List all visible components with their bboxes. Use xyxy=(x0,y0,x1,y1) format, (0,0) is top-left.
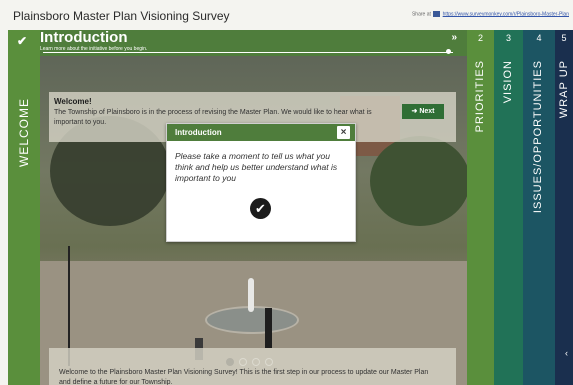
facebook-icon[interactable] xyxy=(433,11,441,17)
arrow-right-icon: ➜ xyxy=(411,108,418,115)
modal-body: Please take a moment to tell us what you… xyxy=(175,151,338,183)
check-icon: ✔ xyxy=(17,34,28,48)
tab-label: PRIORITIES xyxy=(474,60,486,133)
next-button[interactable]: ➜ Next xyxy=(402,104,444,119)
chevron-left-icon[interactable]: ‹ xyxy=(565,348,568,358)
tab-label: WRAP UP xyxy=(558,60,570,119)
caption-text: Welcome to the Plainsboro Master Plan Vi… xyxy=(59,369,429,385)
progress-track xyxy=(43,52,453,53)
tab-number: 4 xyxy=(536,33,542,43)
tab-number: 5 xyxy=(561,33,567,43)
intro-modal: Introduction × Please take a moment to t… xyxy=(166,123,356,242)
check-circle-icon[interactable]: ✔ xyxy=(250,198,271,219)
section-header: Introduction Learn more about the initia… xyxy=(40,30,467,56)
survey-title: Plainsboro Master Plan Visioning Survey xyxy=(13,9,230,23)
fast-forward-icon[interactable]: » xyxy=(451,32,457,43)
modal-title: Introduction xyxy=(175,128,222,137)
progress-knob xyxy=(446,49,451,54)
share-prefix: Share at xyxy=(411,11,431,18)
modal-header: Introduction × xyxy=(167,124,355,141)
tab-vision[interactable]: 3 VISION xyxy=(494,30,523,385)
tab-priorities[interactable]: 2 PRIORITIES xyxy=(467,30,494,385)
section-content: Introduction Learn more about the initia… xyxy=(40,30,467,385)
photo-tree xyxy=(370,136,467,226)
caption-box: Welcome to the Plainsboro Master Plan Vi… xyxy=(49,348,456,385)
section-title: Introduction xyxy=(40,30,128,46)
tab-label: VISION xyxy=(502,60,514,104)
photo-person xyxy=(265,308,272,348)
tab-welcome[interactable]: ✔ WELCOME xyxy=(8,30,40,385)
tab-number: 2 xyxy=(477,33,483,43)
next-label: Next xyxy=(419,108,435,115)
tab-wrap-up[interactable]: 5 WRAP UP ‹ xyxy=(555,30,573,385)
survey-page: Plainsboro Master Plan Visioning Survey … xyxy=(0,0,573,385)
tab-label: ISSUES/OPPORTUNITIES xyxy=(532,60,544,214)
welcome-heading: Welcome! xyxy=(54,97,92,106)
share-bar: Share at https://www.surveymonkey.com/r/… xyxy=(412,11,569,17)
close-icon[interactable]: × xyxy=(337,126,350,139)
tab-number: 3 xyxy=(505,33,511,43)
share-link[interactable]: https://www.surveymonkey.com/r/Plainsbor… xyxy=(443,11,569,17)
tab-welcome-label: WELCOME xyxy=(17,98,31,168)
tab-issues-opportunities[interactable]: 4 ISSUES/OPPORTUNITIES xyxy=(523,30,555,385)
photo-fountain-jet xyxy=(248,278,254,312)
